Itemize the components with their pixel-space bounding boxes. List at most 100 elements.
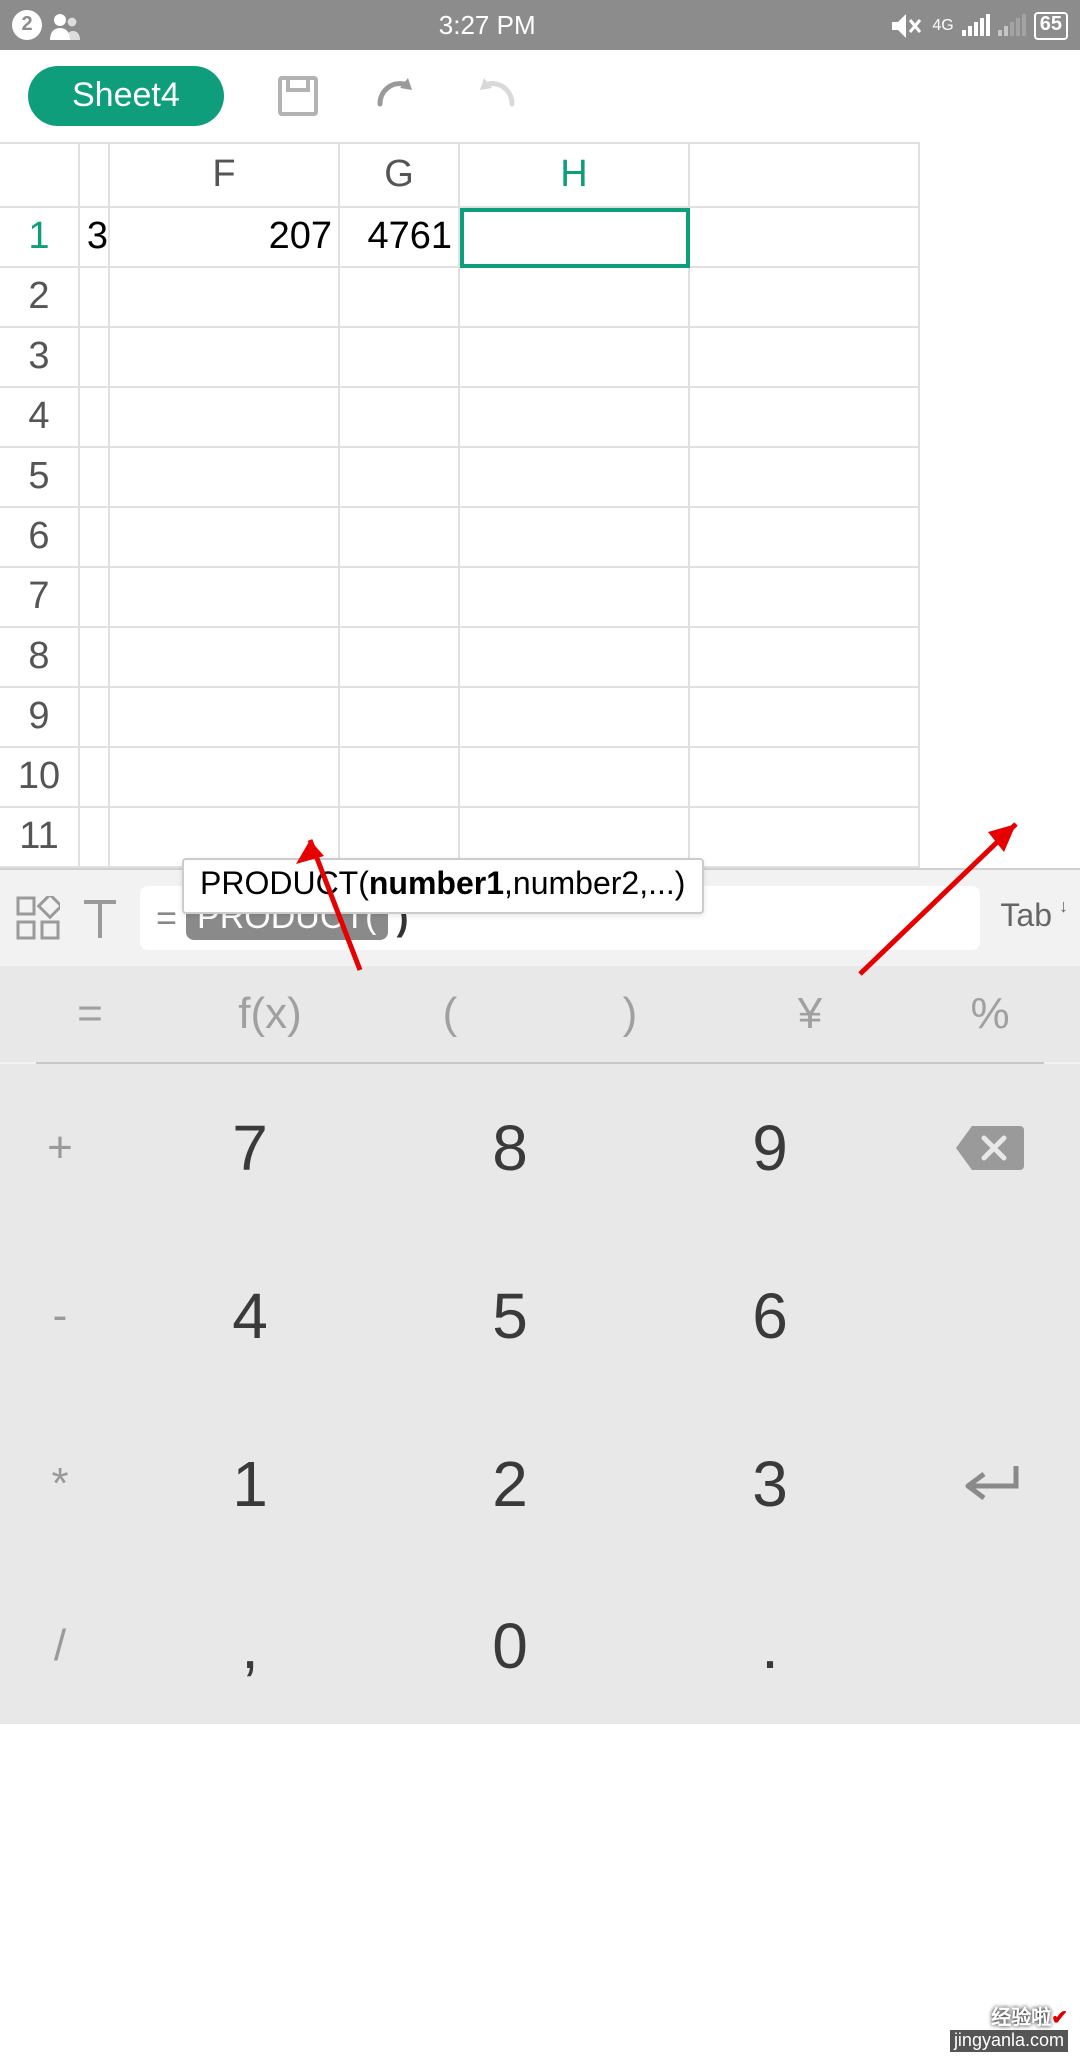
cell-G5[interactable]: [340, 448, 460, 508]
text-mode-icon[interactable]: [80, 896, 120, 940]
cell-H6[interactable]: [460, 508, 690, 568]
cell-H1[interactable]: [460, 208, 690, 268]
cell-F8[interactable]: [110, 628, 340, 688]
key-fx[interactable]: f(x): [180, 966, 360, 1062]
column-header-partial[interactable]: [80, 142, 110, 208]
row-number[interactable]: 11: [0, 808, 80, 868]
enter-key[interactable]: [900, 1400, 1080, 1568]
cell-frag11[interactable]: [80, 808, 110, 868]
cell-frag5[interactable]: [80, 448, 110, 508]
cell-I4[interactable]: [690, 388, 920, 448]
cell-G7[interactable]: [340, 568, 460, 628]
key-close-paren[interactable]: ): [540, 966, 720, 1062]
row-number[interactable]: 5: [0, 448, 80, 508]
key-op-+[interactable]: +: [0, 1064, 120, 1232]
cell-H10[interactable]: [460, 748, 690, 808]
key-9[interactable]: 9: [640, 1064, 900, 1232]
cell-I7[interactable]: [690, 568, 920, 628]
key-op-*[interactable]: *: [0, 1400, 120, 1568]
cell-I6[interactable]: [690, 508, 920, 568]
key-open-paren[interactable]: (: [360, 966, 540, 1062]
key-.[interactable]: .: [640, 1568, 900, 1724]
sheet-tab[interactable]: Sheet4: [28, 66, 224, 126]
save-icon[interactable]: [276, 74, 320, 118]
key-op--[interactable]: -: [0, 1232, 120, 1400]
key-equals[interactable]: =: [0, 966, 180, 1062]
key-8[interactable]: 8: [380, 1064, 640, 1232]
key-6[interactable]: 6: [640, 1232, 900, 1400]
undo-icon[interactable]: [372, 76, 420, 116]
column-header-I[interactable]: [690, 142, 920, 208]
row-number[interactable]: 1: [0, 208, 80, 268]
cell-H8[interactable]: [460, 628, 690, 688]
cell-frag8[interactable]: [80, 628, 110, 688]
spreadsheet[interactable]: F G H 132074761234567891011 PRODUCT(numb…: [0, 142, 1080, 868]
cell-F4[interactable]: [110, 388, 340, 448]
cell-F9[interactable]: [110, 688, 340, 748]
cell-I5[interactable]: [690, 448, 920, 508]
key-op-/[interactable]: /: [0, 1568, 120, 1724]
cell-G2[interactable]: [340, 268, 460, 328]
key-0[interactable]: 0: [380, 1568, 640, 1724]
key-empty[interactable]: [900, 1568, 1080, 1724]
column-header-G[interactable]: G: [340, 142, 460, 208]
cell-G8[interactable]: [340, 628, 460, 688]
row-number[interactable]: 4: [0, 388, 80, 448]
key-7[interactable]: 7: [120, 1064, 380, 1232]
key-,[interactable]: ,: [120, 1568, 380, 1724]
cell-F10[interactable]: [110, 748, 340, 808]
cell-I10[interactable]: [690, 748, 920, 808]
cell-frag1[interactable]: 3: [80, 208, 110, 268]
cell-F2[interactable]: [110, 268, 340, 328]
cell-I1[interactable]: [690, 208, 920, 268]
cell-G4[interactable]: [340, 388, 460, 448]
cell-frag6[interactable]: [80, 508, 110, 568]
apps-icon[interactable]: [16, 896, 60, 940]
cell-H3[interactable]: [460, 328, 690, 388]
cell-H9[interactable]: [460, 688, 690, 748]
cell-G10[interactable]: [340, 748, 460, 808]
key-2[interactable]: 2: [380, 1400, 640, 1568]
cell-frag2[interactable]: [80, 268, 110, 328]
cell-I9[interactable]: [690, 688, 920, 748]
row-number[interactable]: 8: [0, 628, 80, 688]
cell-frag7[interactable]: [80, 568, 110, 628]
cell-I8[interactable]: [690, 628, 920, 688]
row-number[interactable]: 10: [0, 748, 80, 808]
cell-H5[interactable]: [460, 448, 690, 508]
redo-icon[interactable]: [472, 76, 520, 116]
cell-frag10[interactable]: [80, 748, 110, 808]
key-1[interactable]: 1: [120, 1400, 380, 1568]
backspace-key[interactable]: [900, 1064, 1080, 1232]
row-number[interactable]: 3: [0, 328, 80, 388]
cell-F5[interactable]: [110, 448, 340, 508]
cell-H2[interactable]: [460, 268, 690, 328]
cell-F7[interactable]: [110, 568, 340, 628]
cell-G3[interactable]: [340, 328, 460, 388]
row-number[interactable]: 6: [0, 508, 80, 568]
cell-F1[interactable]: 207: [110, 208, 340, 268]
key-3[interactable]: 3: [640, 1400, 900, 1568]
key-percent[interactable]: %: [900, 966, 1080, 1062]
key-5[interactable]: 5: [380, 1232, 640, 1400]
row-number[interactable]: 2: [0, 268, 80, 328]
row-number[interactable]: 7: [0, 568, 80, 628]
cell-F6[interactable]: [110, 508, 340, 568]
cell-frag9[interactable]: [80, 688, 110, 748]
cell-H4[interactable]: [460, 388, 690, 448]
cell-I2[interactable]: [690, 268, 920, 328]
cell-I11[interactable]: [690, 808, 920, 868]
cell-G9[interactable]: [340, 688, 460, 748]
column-header-H[interactable]: H: [460, 142, 690, 208]
cell-F3[interactable]: [110, 328, 340, 388]
cell-H7[interactable]: [460, 568, 690, 628]
key-4[interactable]: 4: [120, 1232, 380, 1400]
cell-I3[interactable]: [690, 328, 920, 388]
corner-stub[interactable]: [0, 142, 80, 208]
cell-G6[interactable]: [340, 508, 460, 568]
cell-frag3[interactable]: [80, 328, 110, 388]
cell-G1[interactable]: 4761: [340, 208, 460, 268]
row-number[interactable]: 9: [0, 688, 80, 748]
cell-frag4[interactable]: [80, 388, 110, 448]
column-header-F[interactable]: F: [110, 142, 340, 208]
